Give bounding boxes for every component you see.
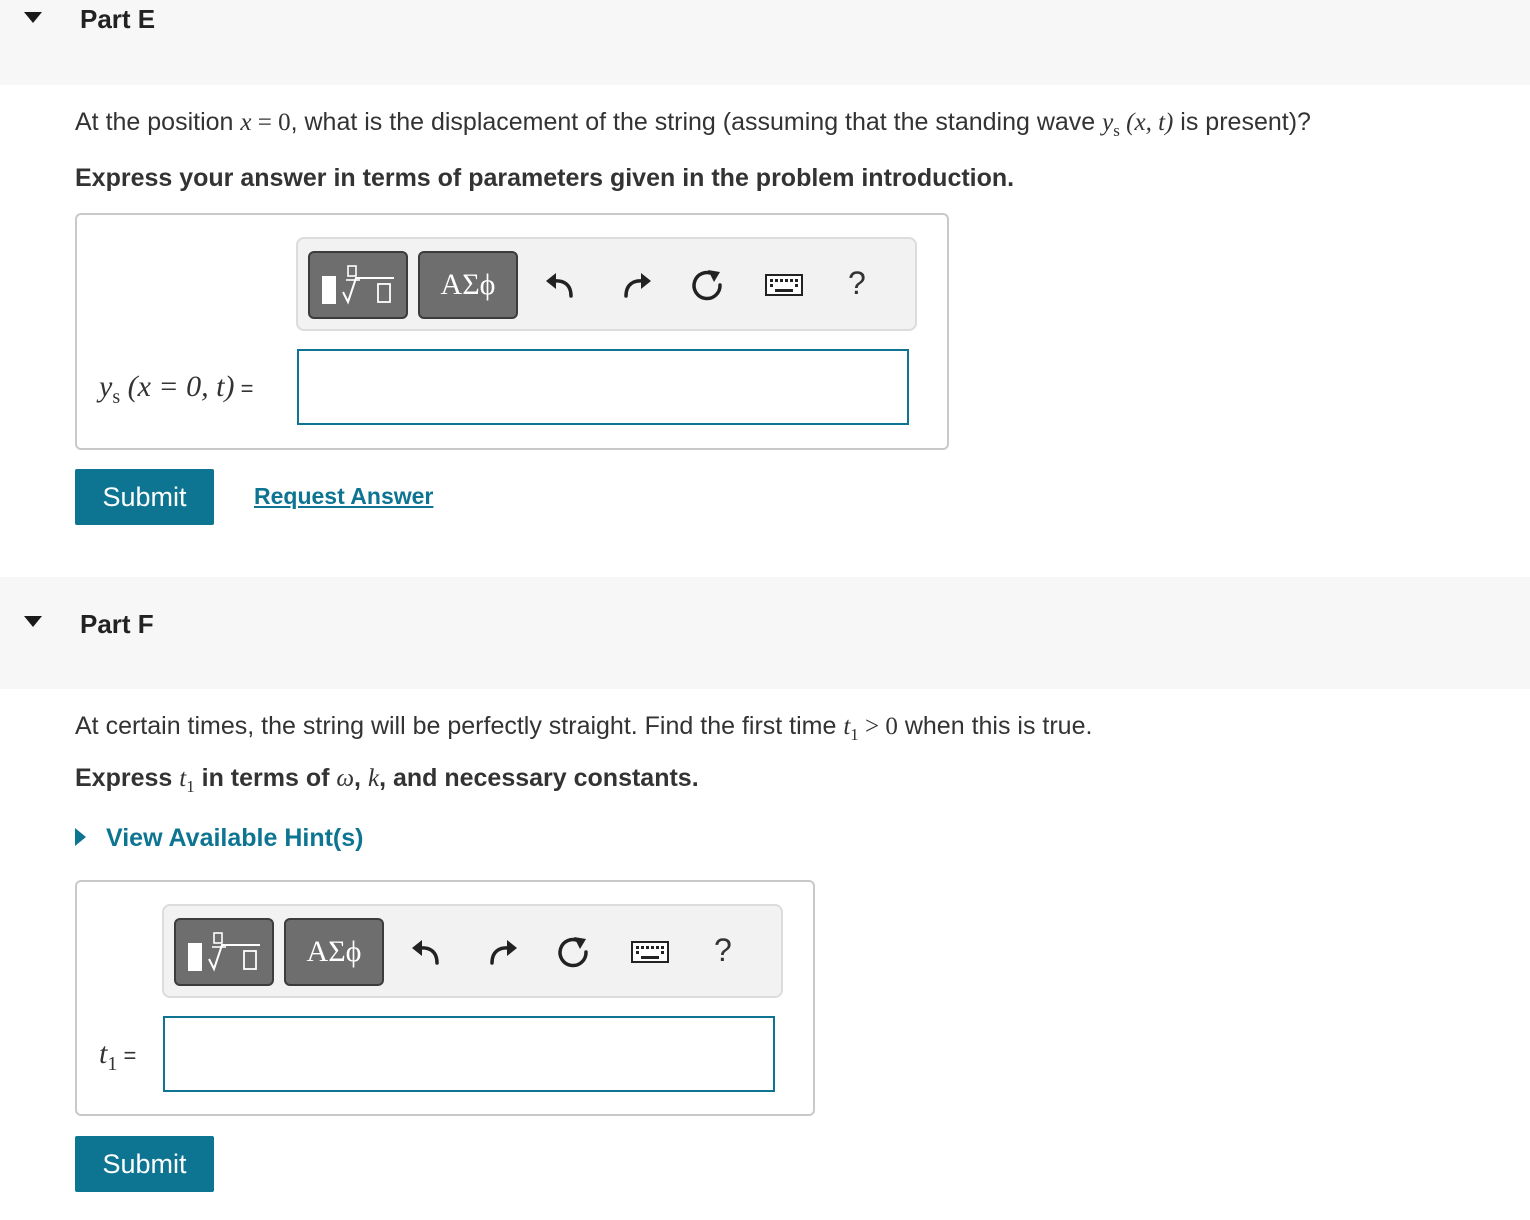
greek-symbols-button[interactable]: ΑΣϕ [284,918,384,986]
part-f-instruction: Express t1 in terms of ω, k, and necessa… [75,764,699,796]
keyboard-icon[interactable] [630,934,670,970]
var-x: x [240,109,252,136]
undo-icon[interactable] [407,934,443,970]
collapse-triangle-icon[interactable] [24,616,42,627]
part-f-math-toolbar: ΑΣϕ ? [162,904,783,998]
part-e-answer-input[interactable] [297,349,909,425]
reset-icon[interactable] [689,267,725,303]
templates-button[interactable] [308,251,408,319]
part-f-submit-button[interactable]: Submit [75,1136,214,1192]
part-e-question: At the position x = 0, what is the displ… [75,108,1311,140]
var-y: y [1102,109,1114,136]
part-f-question: At certain times, the string will be per… [75,712,1093,744]
part-e-math-toolbar: ΑΣϕ ? [296,237,917,331]
greek-symbols-button[interactable]: ΑΣϕ [418,251,518,319]
help-button[interactable]: ? [714,932,732,969]
part-e-instruction: Express your answer in terms of paramete… [75,164,1015,192]
part-e-equation-label: ys (x = 0, t) = [99,370,254,408]
reset-icon[interactable] [555,934,591,970]
collapse-triangle-icon[interactable] [24,12,42,23]
part-f-answer-box: ΑΣϕ ? t1 = [75,880,815,1116]
redo-icon[interactable] [620,267,656,303]
part-e-answer-box: ΑΣϕ ? ys (x = 0, t) = [75,213,949,450]
part-e-header[interactable]: Part E [0,0,1530,85]
templates-button[interactable] [174,918,274,986]
part-f-answer-input[interactable] [163,1016,775,1092]
fraction-radical-templates-icon [322,265,394,305]
expand-triangle-icon [75,828,86,847]
help-button[interactable]: ? [848,265,866,302]
part-e-title: Part E [80,4,156,34]
part-f-header[interactable]: Part F [0,577,1530,689]
undo-icon[interactable] [541,267,577,303]
part-f-equation-label: t1 = [99,1037,137,1075]
part-e-submit-button[interactable]: Submit [75,469,214,525]
keyboard-icon[interactable] [764,267,804,303]
fraction-radical-templates-icon [188,932,260,972]
request-answer-link[interactable]: Request Answer [254,483,433,510]
redo-icon[interactable] [486,934,522,970]
view-hints-toggle[interactable]: View Available Hint(s) [75,824,363,853]
part-f-title: Part F [80,609,154,639]
